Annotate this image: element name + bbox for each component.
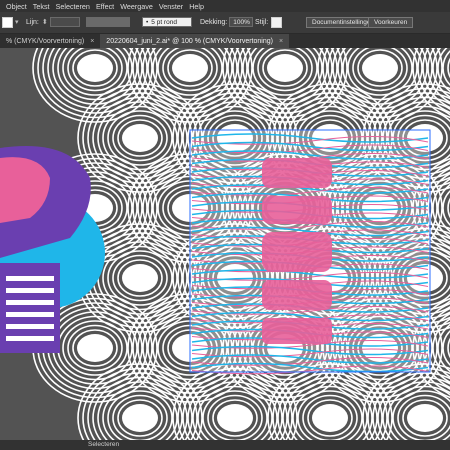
preferences-group: Voorkeuren — [368, 16, 414, 28]
menu-item-selecteren[interactable]: Selecteren — [56, 2, 90, 11]
stroke-group: Lijn: ⬍ — [26, 16, 80, 28]
variable-width-profile[interactable] — [86, 17, 130, 27]
ring-core — [217, 404, 253, 432]
brush-definition[interactable]: • 5 pt rond — [142, 17, 192, 27]
status-bar: Selecteren — [0, 440, 450, 450]
tab-label: % (CMYK/Voorvertoning) — [6, 37, 85, 45]
close-icon[interactable]: × — [279, 38, 283, 45]
menu-item-weergave[interactable]: Weergave — [120, 2, 153, 11]
fill-swatch[interactable] — [2, 16, 13, 28]
stroke-label: Lijn: — [26, 18, 39, 26]
document-tab-bar: % (CMYK/Voorvertoning) × 20220604_juni_2… — [0, 34, 450, 48]
selected-artwork[interactable] — [189, 129, 431, 375]
ring-core — [77, 54, 113, 82]
menu-item-tekst[interactable]: Tekst — [33, 2, 50, 11]
ring-core — [312, 404, 348, 432]
artwork-svg — [0, 48, 450, 440]
fill-swatch-group[interactable]: ▾ — [2, 16, 19, 28]
opacity-group: Dekking: 100% — [200, 16, 254, 28]
ring-core — [172, 54, 208, 82]
menu-item-object[interactable]: Object — [6, 2, 27, 11]
ring-core — [267, 54, 303, 82]
tab-label: 20220604_juni_2.ai* @ 100 % (CMYK/Voorve… — [106, 37, 273, 45]
style-label: Stijl: — [255, 18, 269, 26]
brush-value: 5 pt rond — [151, 18, 177, 26]
control-bar: ▾ Lijn: ⬍ • 5 pt rond Dekking: 100% Stijl… — [0, 12, 450, 34]
variable-width-group — [86, 16, 130, 28]
menu-bar: Object Tekst Selecteren Effect Weergave … — [0, 0, 450, 12]
ring-core — [407, 404, 443, 432]
ring-core — [122, 264, 158, 292]
menu-item-help[interactable]: Help — [189, 2, 204, 11]
menu-item-venster[interactable]: Venster — [159, 2, 183, 11]
stroke-weight-field[interactable] — [49, 17, 80, 27]
brush-group: • 5 pt rond — [142, 16, 192, 28]
ring-core — [122, 124, 158, 152]
dropdown-icon[interactable]: ▾ — [15, 18, 19, 26]
status-tool-label: Selecteren — [88, 441, 120, 448]
ring-core — [77, 334, 113, 362]
opacity-field[interactable]: 100% — [229, 17, 254, 27]
tab-previous-document[interactable]: % (CMYK/Voorvertoning) × — [0, 34, 100, 48]
opacity-label: Dekking: — [200, 18, 228, 26]
menu-item-effect[interactable]: Effect — [96, 2, 114, 11]
artboard-canvas[interactable] — [0, 48, 450, 440]
style-group: Stijl: — [255, 16, 283, 28]
ring-core — [122, 404, 158, 432]
style-swatch[interactable] — [271, 16, 283, 28]
tab-active-document[interactable]: 20220604_juni_2.ai* @ 100 % (CMYK/Voorve… — [100, 34, 290, 48]
ring-core — [362, 54, 398, 82]
preferences-button[interactable]: Voorkeuren — [368, 16, 414, 28]
chevron-updown-icon[interactable]: ⬍ — [42, 18, 48, 26]
close-icon[interactable]: × — [90, 38, 94, 45]
